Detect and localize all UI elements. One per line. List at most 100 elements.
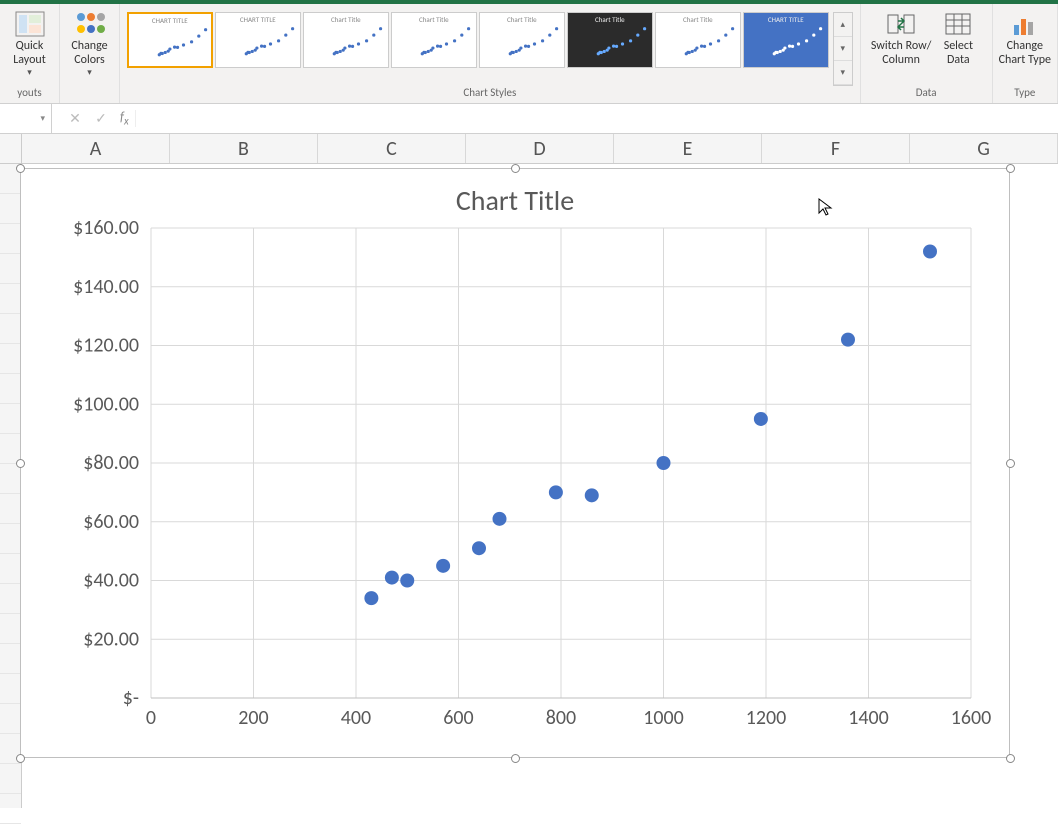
svg-text:$120.00: $120.00: [73, 334, 139, 358]
svg-text:$140.00: $140.00: [73, 275, 139, 299]
column-header[interactable]: G: [910, 134, 1058, 163]
chart-style-thumbnail[interactable]: CHART TITLE: [743, 12, 829, 68]
row-header[interactable]: [0, 794, 21, 824]
type-group-label: Type: [997, 86, 1053, 101]
chart-style-thumbnail[interactable]: Chart Title: [479, 12, 565, 68]
switch-row-column-label: Switch Row/ Column: [871, 40, 931, 68]
row-header[interactable]: [0, 464, 21, 494]
row-header[interactable]: [0, 584, 21, 614]
dropdown-arrow-icon: ▾: [87, 68, 92, 78]
style-gallery-scroll-button[interactable]: ▾: [834, 37, 852, 61]
row-header[interactable]: [0, 764, 21, 794]
chart-plot-area[interactable]: $-$20.00$40.00$60.00$80.00$100.00$120.00…: [21, 218, 1001, 748]
row-header[interactable]: [0, 254, 21, 284]
row-header[interactable]: [0, 494, 21, 524]
row-header[interactable]: [0, 554, 21, 584]
chart-style-thumbnail[interactable]: Chart Title: [567, 12, 653, 68]
svg-text:1600: 1600: [951, 706, 992, 730]
chart-styles-group-label: Chart Styles: [124, 86, 856, 101]
selection-handle[interactable]: [511, 754, 520, 763]
dropdown-arrow-icon: ▾: [27, 68, 32, 78]
selection-handle[interactable]: [1006, 164, 1015, 173]
svg-text:0: 0: [146, 706, 156, 730]
selection-handle[interactable]: [16, 164, 25, 173]
data-point[interactable]: [657, 456, 671, 470]
row-header[interactable]: [0, 404, 21, 434]
quick-layout-button[interactable]: Quick Layout ▾: [5, 6, 55, 80]
data-point[interactable]: [436, 559, 450, 573]
cancel-formula-button[interactable]: ✕: [62, 110, 88, 127]
column-header[interactable]: B: [170, 134, 318, 163]
data-point[interactable]: [549, 485, 563, 499]
svg-text:200: 200: [238, 706, 268, 730]
row-header[interactable]: [0, 224, 21, 254]
chart-style-thumbnail[interactable]: CHART TITLE: [215, 12, 301, 68]
column-header[interactable]: C: [318, 134, 466, 163]
svg-text:$20.00: $20.00: [83, 627, 139, 651]
row-header[interactable]: [0, 284, 21, 314]
selection-handle[interactable]: [1006, 754, 1015, 763]
chart-styles-group: CHART TITLECHART TITLEChart TitleChart T…: [120, 4, 861, 103]
name-box[interactable]: ▾: [0, 104, 52, 133]
data-point[interactable]: [923, 245, 937, 259]
accept-formula-button[interactable]: ✓: [88, 110, 114, 127]
change-colors-button[interactable]: Change Colors ▾: [65, 6, 115, 80]
selection-handle[interactable]: [1006, 459, 1015, 468]
svg-text:600: 600: [443, 706, 473, 730]
row-header[interactable]: [0, 194, 21, 224]
change-colors-label: Change Colors: [71, 40, 107, 68]
row-header[interactable]: [0, 314, 21, 344]
select-all-corner[interactable]: [0, 134, 22, 163]
selection-handle[interactable]: [511, 164, 520, 173]
select-data-button[interactable]: Select Data: [933, 6, 983, 70]
worksheet-area[interactable]: Chart Title $-$20.00$40.00$60.00$80.00$1…: [0, 164, 1058, 808]
chart-style-thumbnail[interactable]: CHART TITLE: [127, 12, 213, 68]
data-point[interactable]: [472, 541, 486, 555]
formula-input[interactable]: [136, 104, 1058, 133]
selection-handle[interactable]: [16, 754, 25, 763]
chart-layouts-group: Quick Layout ▾ youts: [0, 4, 60, 103]
column-header[interactable]: F: [762, 134, 910, 163]
data-point[interactable]: [385, 571, 399, 585]
svg-text:$40.00: $40.00: [83, 569, 139, 593]
select-data-label: Select Data: [944, 40, 973, 68]
data-point[interactable]: [841, 333, 855, 347]
column-header[interactable]: D: [466, 134, 614, 163]
data-point[interactable]: [585, 488, 599, 502]
svg-text:$160.00: $160.00: [73, 218, 139, 240]
column-header[interactable]: E: [614, 134, 762, 163]
data-point[interactable]: [400, 574, 414, 588]
svg-text:400: 400: [341, 706, 371, 730]
row-header[interactable]: [0, 614, 21, 644]
svg-text:1400: 1400: [848, 706, 889, 730]
data-point[interactable]: [364, 591, 378, 605]
style-gallery-expand-button[interactable]: ▾: [834, 61, 852, 85]
switch-row-column-button[interactable]: Switch Row/ Column: [869, 6, 933, 70]
chart-style-thumbnail[interactable]: Chart Title: [391, 12, 477, 68]
chart-style-thumbnail[interactable]: Chart Title: [303, 12, 389, 68]
type-group: Change Chart Type Type: [993, 4, 1058, 103]
change-chart-type-button[interactable]: Change Chart Type: [997, 6, 1053, 70]
row-header[interactable]: [0, 674, 21, 704]
style-gallery-scroll-button[interactable]: ▴: [834, 13, 852, 37]
row-header[interactable]: [0, 374, 21, 404]
fx-icon[interactable]: fx: [114, 110, 136, 128]
row-header[interactable]: [0, 644, 21, 674]
chart-styles-gallery: CHART TITLECHART TITLEChart TitleChart T…: [127, 6, 853, 86]
svg-text:1200: 1200: [746, 706, 787, 730]
chart-style-thumbnail[interactable]: Chart Title: [655, 12, 741, 68]
row-header[interactable]: [0, 344, 21, 374]
formula-bar: ▾ ✕ ✓ fx: [0, 104, 1058, 134]
chart-title[interactable]: Chart Title: [21, 169, 1009, 218]
svg-text:1000: 1000: [643, 706, 684, 730]
selection-handle[interactable]: [16, 459, 25, 468]
data-point[interactable]: [754, 412, 768, 426]
row-header[interactable]: [0, 704, 21, 734]
change-colors-icon: [74, 8, 106, 40]
row-header[interactable]: [0, 524, 21, 554]
dropdown-arrow-icon: ▾: [40, 113, 45, 124]
svg-text:$-: $-: [123, 686, 139, 710]
column-header[interactable]: A: [22, 134, 170, 163]
embedded-chart[interactable]: Chart Title $-$20.00$40.00$60.00$80.00$1…: [20, 168, 1010, 758]
data-point[interactable]: [493, 512, 507, 526]
